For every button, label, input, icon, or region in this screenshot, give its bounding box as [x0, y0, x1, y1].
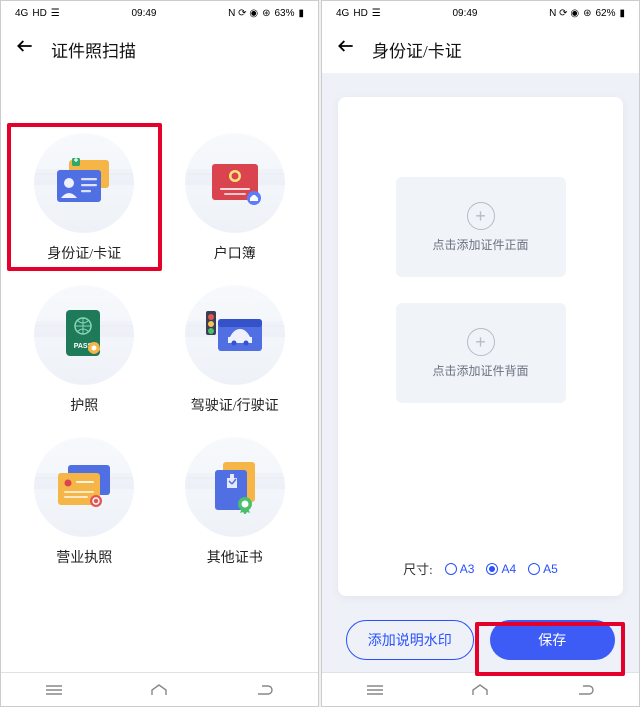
hd-icon: HD [32, 8, 46, 19]
radio-icon [445, 563, 457, 575]
status-extra-icon: ☰ [51, 8, 60, 19]
battery-icon: ▮ [298, 8, 304, 19]
scan-card: + 点击添加证件正面 + 点击添加证件背面 尺寸: A3 A4 [338, 97, 623, 596]
signal-icon: 4G [336, 8, 349, 19]
business-license-icon [34, 437, 134, 537]
doc-item-hukou[interactable]: 户口簿 [164, 133, 307, 263]
doc-item-id-card[interactable]: 身份证/卡证 [7, 123, 162, 271]
slot-back-text: 点击添加证件背面 [432, 362, 528, 379]
doc-type-grid: 身份证/卡证 户口簿 [1, 73, 318, 672]
page-title: 证件照扫描 [51, 37, 136, 62]
size-option-label: A4 [501, 562, 516, 576]
battery-pct: 62% [595, 8, 615, 19]
back-button[interactable] [15, 36, 35, 62]
back-nav-button[interactable] [250, 682, 280, 698]
doc-item-other[interactable]: 其他证书 [164, 437, 307, 567]
system-navbar [322, 672, 639, 706]
wifi-icon: ⊛ [583, 8, 591, 19]
plus-icon: + [467, 202, 495, 230]
status-time: 09:49 [131, 8, 156, 19]
phone-left: 4G HD ☰ 09:49 N ⟳ ◉ ⊛ 63% ▮ 证件照扫描 [0, 0, 319, 707]
size-option-label: A3 [460, 562, 475, 576]
other-cert-icon [185, 437, 285, 537]
scan-body: + 点击添加证件正面 + 点击添加证件背面 尺寸: A3 A4 [322, 73, 639, 672]
size-option-label: A5 [543, 562, 558, 576]
footer-buttons: 添加说明水印 保存 [322, 606, 639, 672]
recents-button[interactable] [39, 682, 69, 698]
size-label: 尺寸: [403, 559, 433, 578]
hd-icon: HD [353, 8, 367, 19]
radio-icon [486, 563, 498, 575]
status-bar: 4G HD ☰ 09:49 N ⟳ ◉ ⊛ 63% ▮ [1, 1, 318, 25]
battery-icon: ▮ [619, 8, 625, 19]
back-nav-button[interactable] [571, 682, 601, 698]
watermark-button[interactable]: 添加说明水印 [346, 620, 474, 660]
passport-icon: PASS [34, 285, 134, 385]
doc-label: 身份证/卡证 [47, 243, 121, 263]
home-button[interactable] [465, 682, 495, 698]
signal-icon: 4G [15, 8, 28, 19]
doc-label: 护照 [70, 395, 98, 415]
plus-icon: + [467, 328, 495, 356]
header: 证件照扫描 [1, 25, 318, 73]
doc-label: 其他证书 [207, 547, 263, 567]
status-bar: 4G HD ☰ 09:49 N ⟳ ◉ ⊛ 62% ▮ [322, 1, 639, 25]
status-icons-right: N ⟳ ◉ [549, 8, 579, 19]
battery-pct: 63% [274, 8, 294, 19]
doc-label: 户口簿 [214, 243, 256, 263]
size-option-a4[interactable]: A4 [486, 562, 516, 576]
hukou-icon [185, 133, 285, 233]
phone-right: 4G HD ☰ 09:49 N ⟳ ◉ ⊛ 62% ▮ 身份证/卡证 + 点击添… [321, 0, 640, 707]
status-icons-right: N ⟳ ◉ [228, 8, 258, 19]
size-selector: 尺寸: A3 A4 A5 [403, 559, 558, 578]
add-back-slot[interactable]: + 点击添加证件背面 [396, 303, 566, 403]
doc-item-passport[interactable]: PASS 护照 [13, 285, 156, 415]
size-option-a5[interactable]: A5 [528, 562, 558, 576]
home-button[interactable] [144, 682, 174, 698]
radio-icon [528, 563, 540, 575]
back-button[interactable] [336, 36, 356, 62]
slot-front-text: 点击添加证件正面 [432, 236, 528, 253]
wifi-icon: ⊛ [262, 8, 270, 19]
size-option-a3[interactable]: A3 [445, 562, 475, 576]
system-navbar [1, 672, 318, 706]
doc-label: 驾驶证/行驶证 [191, 395, 279, 415]
add-front-slot[interactable]: + 点击添加证件正面 [396, 177, 566, 277]
recents-button[interactable] [360, 682, 390, 698]
id-card-icon [34, 133, 134, 233]
doc-item-driver-license[interactable]: 驾驶证/行驶证 [164, 285, 307, 415]
page-title: 身份证/卡证 [372, 37, 462, 62]
doc-item-business-license[interactable]: 营业执照 [13, 437, 156, 567]
save-button[interactable]: 保存 [490, 620, 616, 660]
doc-label: 营业执照 [56, 547, 112, 567]
header: 身份证/卡证 [322, 25, 639, 73]
status-time: 09:49 [452, 8, 477, 19]
status-extra-icon: ☰ [372, 8, 381, 19]
driver-license-icon [185, 285, 285, 385]
